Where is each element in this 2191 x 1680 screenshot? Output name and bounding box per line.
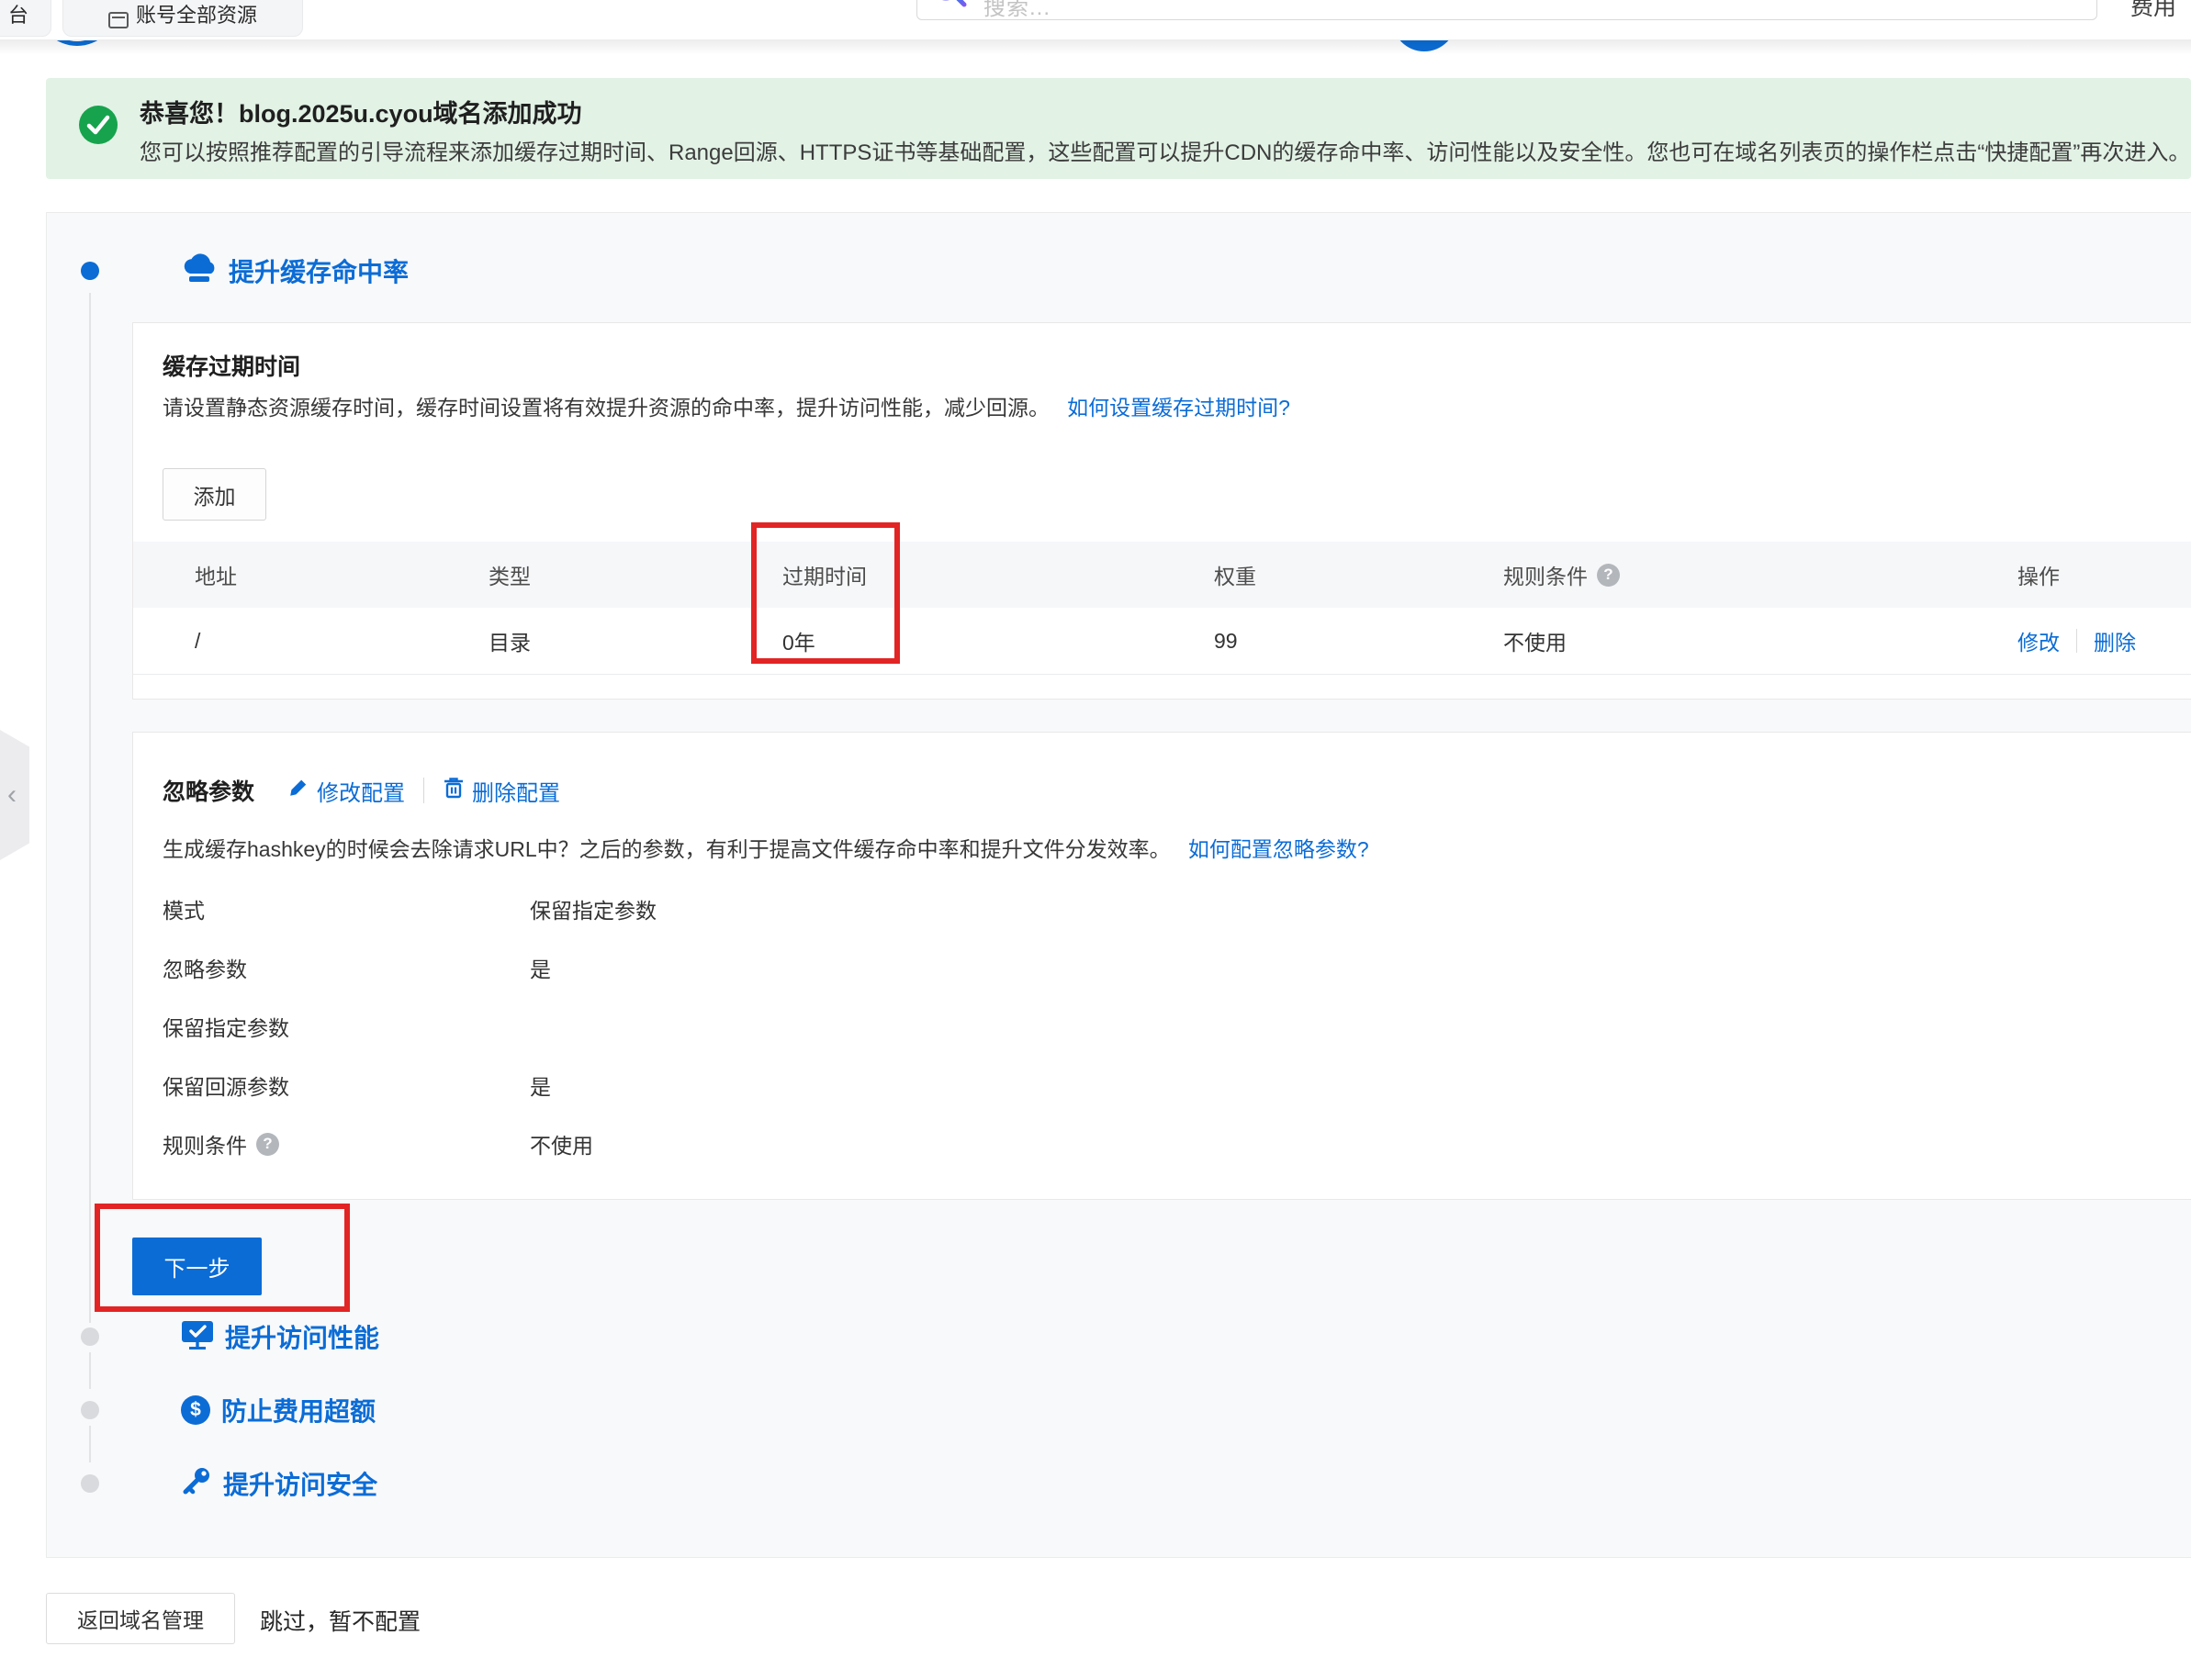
step-label: 提升访问安全 (223, 1465, 377, 1502)
params-card-description: 生成缓存hashkey的时候会去除请求URL中？之后的参数，有利于提高文件缓存命… (163, 832, 1369, 863)
cell-actions: 修改 删除 (1956, 608, 2191, 674)
chevron-left-icon: ‹ (7, 779, 17, 811)
step-cache-hit-rate[interactable]: 提升缓存命中率 (181, 251, 409, 291)
step-label: 防止费用超额 (221, 1392, 376, 1428)
field-keep-origin: 保留回源参数 是 (163, 1056, 2163, 1114)
help-icon[interactable]: ? (1597, 564, 1620, 587)
params-card-title: 忽略参数 (163, 774, 254, 807)
col-condition: 规则条件 ? (1442, 542, 1956, 608)
skip-config-link[interactable]: 跳过，暂不配置 (260, 1604, 421, 1637)
step-label: 提升访问性能 (225, 1318, 379, 1355)
edit-config-link[interactable]: 修改配置 (287, 775, 405, 807)
field-rule-condition: 规则条件 ? 不使用 (163, 1114, 2163, 1173)
cell-weight: 99 (1152, 608, 1442, 674)
step-label: 提升缓存命中率 (229, 252, 409, 289)
console-tab-resources[interactable]: 账号全部资源 (62, 0, 303, 37)
delete-config-link[interactable]: 删除配置 (443, 775, 560, 807)
field-ignore-params: 忽略参数 是 (163, 938, 2163, 997)
search-input[interactable]: 搜索... (916, 0, 2097, 20)
next-step-button[interactable]: 下一步 (132, 1238, 262, 1295)
console-tab-partial-label: 台 (8, 0, 28, 28)
field-keep-specified: 保留指定参数 (163, 997, 2163, 1056)
col-expire: 过期时间 (721, 542, 1152, 608)
col-address: 地址 (133, 542, 427, 608)
cloud-icon (181, 253, 218, 289)
banner-description: 您可以按照推荐配置的引导流程来添加缓存过期时间、Range回源、HTTPS证书等… (140, 134, 2190, 166)
step-dot (81, 1474, 99, 1493)
success-check-icon (79, 106, 118, 144)
search-icon (928, 0, 971, 17)
link-separator (423, 778, 424, 803)
cache-card-description: 请设置静态资源缓存时间，缓存时间设置将有效提升资源的命中率，提升访问性能，减少回… (163, 390, 1290, 421)
cell-condition: 不使用 (1442, 608, 1956, 674)
step-dot-active (81, 262, 99, 280)
monitor-check-icon (181, 1320, 214, 1354)
cache-card-title: 缓存过期时间 (163, 349, 300, 382)
cache-help-link[interactable]: 如何设置缓存过期时间? (1067, 396, 1290, 420)
banner-title: 恭喜您！blog.2025u.cyou域名添加成功 (140, 94, 582, 129)
edit-row-link[interactable]: 修改 (2017, 625, 2060, 656)
nav-billing[interactable]: 费用 (2130, 0, 2176, 22)
delete-row-link[interactable]: 删除 (2094, 625, 2136, 656)
params-field-list: 模式 保留指定参数 忽略参数 是 保留指定参数 保留回源参数 是 规则条件 ? … (163, 879, 2163, 1173)
cache-rules-table: 地址 类型 过期时间 权重 规则条件 ? 操作 / 目录 0年 99 不使用 修… (133, 542, 2191, 675)
add-button[interactable]: 添加 (163, 468, 266, 521)
col-weight: 权重 (1152, 542, 1442, 608)
action-separator (2076, 629, 2077, 653)
ignore-params-card: 忽略参数 修改配置 (132, 732, 2191, 1200)
success-banner: 恭喜您！blog.2025u.cyou域名添加成功 您可以按照推荐配置的引导流程… (46, 78, 2191, 179)
cell-expire: 0年 (721, 608, 1152, 674)
dollar-circle-icon: $ (181, 1395, 210, 1425)
step-cost-protection[interactable]: $ 防止费用超额 (181, 1390, 376, 1430)
console-tab-partial[interactable]: 台 (0, 0, 51, 37)
key-icon (181, 1466, 212, 1502)
cache-expiration-card: 缓存过期时间 请设置静态资源缓存时间，缓存时间设置将有效提升资源的命中率，提升访… (132, 322, 2191, 700)
resource-box-icon (108, 12, 129, 28)
search-placeholder: 搜索... (983, 0, 1051, 21)
params-help-link[interactable]: 如何配置忽略参数? (1188, 837, 1369, 861)
col-type: 类型 (427, 542, 721, 608)
trash-icon (443, 776, 465, 806)
topbar-shadow (0, 40, 2191, 55)
cell-type: 目录 (427, 608, 721, 674)
wizard-panel: 提升缓存命中率 缓存过期时间 请设置静态资源缓存时间，缓存时间设置将有效提升资源… (46, 212, 2191, 1558)
step-dot (81, 1327, 99, 1346)
field-mode: 模式 保留指定参数 (163, 879, 2163, 938)
edit-icon (287, 777, 309, 805)
col-actions: 操作 (1956, 542, 2191, 608)
table-row: / 目录 0年 99 不使用 修改 删除 (133, 608, 2191, 675)
step-access-performance[interactable]: 提升访问性能 (181, 1316, 379, 1357)
help-icon[interactable]: ? (256, 1133, 279, 1156)
table-header-row: 地址 类型 过期时间 权重 规则条件 ? 操作 (133, 542, 2191, 608)
cell-address: / (133, 608, 427, 674)
timeline-line (89, 1352, 91, 1389)
step-access-security[interactable]: 提升访问安全 (181, 1463, 377, 1504)
step-dot (81, 1401, 99, 1419)
timeline-line (89, 1426, 91, 1462)
timeline-line (89, 293, 91, 1323)
console-tab-resources-label: 账号全部资源 (136, 0, 257, 28)
sidebar-collapse-handle[interactable]: ‹ (0, 730, 29, 860)
top-bar: 台 账号全部资源 搜索... 费用 (0, 0, 2191, 40)
back-to-domain-management-button[interactable]: 返回域名管理 (46, 1593, 235, 1644)
